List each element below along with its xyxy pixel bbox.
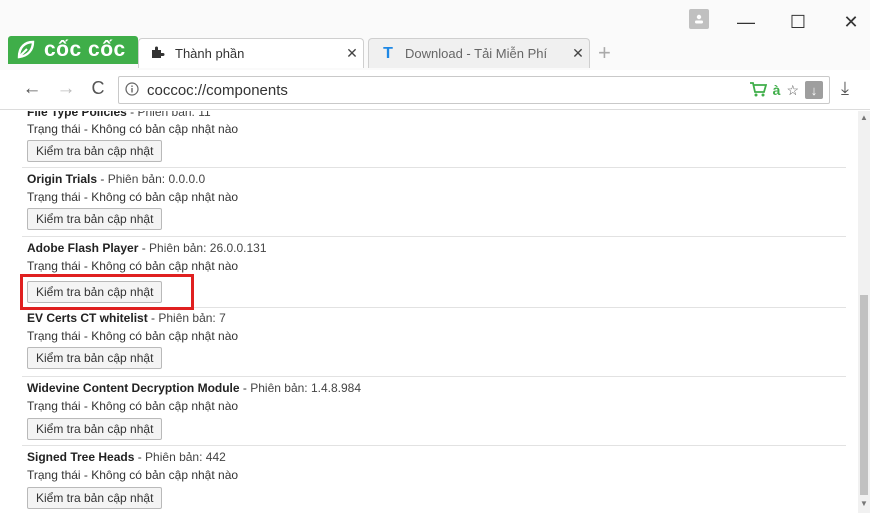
profile-icon[interactable] xyxy=(689,9,709,29)
version-value: 11 xyxy=(198,111,211,119)
scrollbar-thumb[interactable] xyxy=(860,295,868,495)
component-name: EV Certs CT whitelist xyxy=(27,311,148,325)
version-value: 442 xyxy=(205,450,226,464)
version-label: Phiên bản: xyxy=(250,381,308,395)
puzzle-icon xyxy=(147,45,169,62)
component-status: Trạng thái - Không có bản cập nhật nào xyxy=(27,190,239,204)
url-text: coccoc://components xyxy=(147,81,288,99)
check-update-button[interactable]: Kiểm tra bản cập nhật xyxy=(27,140,163,162)
version-value: 1.4.8.984 xyxy=(310,381,362,395)
back-button[interactable]: ← xyxy=(20,78,44,100)
divider xyxy=(22,445,846,446)
close-window-button[interactable]: ✕ xyxy=(836,12,866,33)
check-update-button[interactable]: Kiểm tra bản cập nhật xyxy=(27,208,163,230)
divider xyxy=(22,376,846,377)
check-update-button[interactable]: Kiểm tra bản cập nhật xyxy=(27,347,163,369)
maximize-button[interactable]: ☐ xyxy=(783,12,813,33)
scroll-down-icon[interactable]: ▼ xyxy=(858,499,870,508)
component-status: Trạng thái - Không có bản cập nhật nào xyxy=(27,122,239,136)
coccoc-logo[interactable]: cốc cốc xyxy=(8,36,138,64)
tab-download[interactable]: T Download - Tải Miễn Phí ✕ xyxy=(368,38,590,68)
components-page: File Type Policies - Phiên bản: 11 Trạng… xyxy=(0,111,858,513)
scroll-up-icon[interactable]: ▲ xyxy=(858,113,870,122)
t-logo-icon: T xyxy=(383,44,393,62)
tab-title: Thành phần xyxy=(175,46,245,61)
version-label: Phiên bản: xyxy=(107,172,166,186)
highlight-box xyxy=(20,274,194,310)
coccoc-a-icon[interactable]: à xyxy=(773,82,781,98)
version-label: Phiên bản: xyxy=(149,241,207,255)
component-name: Adobe Flash Player xyxy=(27,241,139,255)
star-icon[interactable]: ☆ xyxy=(786,82,799,99)
scrollbar[interactable]: ▲ ▼ xyxy=(858,111,870,513)
downloads-icon[interactable]: ⤓ xyxy=(841,78,849,99)
info-icon[interactable] xyxy=(125,81,147,99)
component-status: Trạng thái - Không có bản cập nhật nào xyxy=(27,259,239,273)
minimize-button[interactable]: — xyxy=(731,12,761,33)
component-name: Signed Tree Heads xyxy=(27,450,135,464)
download-extension-icon[interactable]: ↓ xyxy=(805,81,823,99)
coccoc-leaf-icon xyxy=(14,38,38,62)
tab-close-icon[interactable]: ✕ xyxy=(341,45,363,62)
component-status: Trạng thái - Không có bản cập nhật nào xyxy=(27,329,239,343)
brand-text: cốc cốc xyxy=(44,38,126,61)
check-update-button[interactable]: Kiểm tra bản cập nhật xyxy=(27,487,163,509)
check-update-button[interactable]: Kiểm tra bản cập nhật xyxy=(27,418,163,440)
component-name: Widevine Content Decryption Module xyxy=(27,381,240,395)
component-name: Origin Trials xyxy=(27,172,98,186)
component-status: Trạng thái - Không có bản cập nhật nào xyxy=(27,399,239,413)
new-tab-button[interactable]: + xyxy=(598,40,611,66)
version-value: 0.0.0.0 xyxy=(168,172,206,186)
version-value: 26.0.0.131 xyxy=(209,241,267,255)
component-status: Trạng thái - Không có bản cập nhật nào xyxy=(27,468,239,482)
address-bar[interactable]: coccoc://components à ☆ ↓ xyxy=(118,76,830,104)
cart-icon[interactable] xyxy=(749,81,767,100)
version-label: Phiên bản: xyxy=(145,450,203,464)
version-label: Phiên bản: xyxy=(137,111,195,119)
component-name: File Type Policies xyxy=(27,111,127,119)
version-label: Phiên bản: xyxy=(158,311,216,325)
title-bar: cốc cốc Thành phần ✕ T Download - Tải Mi… xyxy=(0,0,870,70)
tab-title: Download - Tải Miễn Phí xyxy=(405,46,548,61)
divider xyxy=(22,167,846,168)
version-value: 7 xyxy=(219,311,226,325)
divider xyxy=(22,236,846,237)
reload-button[interactable]: C xyxy=(86,78,110,99)
tab-components[interactable]: Thành phần ✕ xyxy=(138,38,364,68)
forward-button[interactable]: → xyxy=(54,78,78,100)
tab-close-icon[interactable]: ✕ xyxy=(567,45,589,62)
